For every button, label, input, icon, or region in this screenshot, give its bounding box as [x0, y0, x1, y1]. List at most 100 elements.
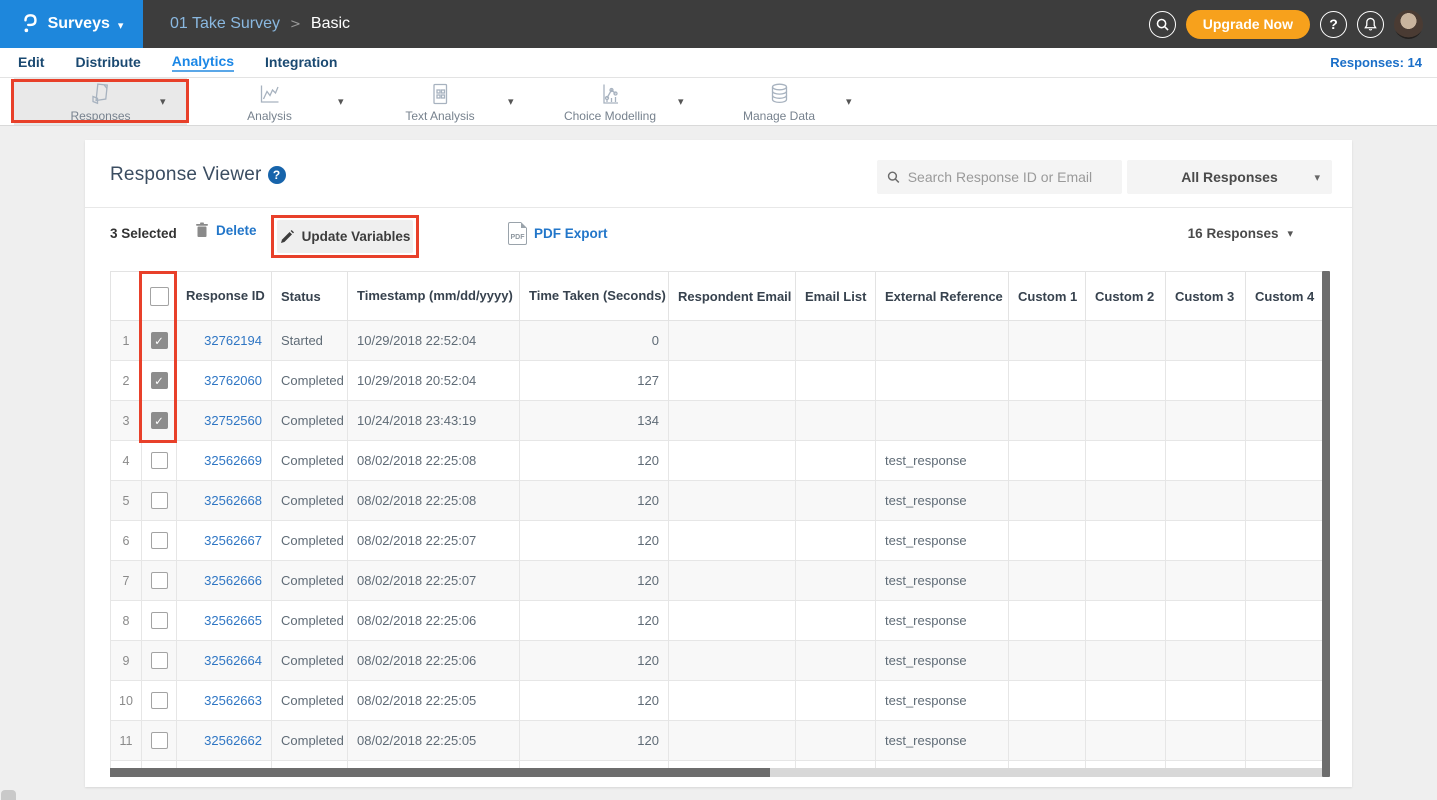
- row-checkbox[interactable]: ✓: [151, 692, 168, 709]
- help-icon[interactable]: ?: [1320, 11, 1347, 38]
- status-cell: Completed: [272, 641, 348, 681]
- row-checkbox[interactable]: ✓: [151, 572, 168, 589]
- row-checkbox[interactable]: ✓: [151, 532, 168, 549]
- row-checkbox-cell: ✓: [142, 721, 177, 761]
- breadcrumb-separator: >: [290, 17, 301, 32]
- row-checkbox[interactable]: ✓: [151, 652, 168, 669]
- column-label: Status: [281, 289, 321, 304]
- row-number: 3: [111, 401, 142, 441]
- response-id-link[interactable]: 32562667: [177, 521, 272, 561]
- response-id-link[interactable]: 32562665: [177, 601, 272, 641]
- row-checkbox[interactable]: ✓: [151, 372, 168, 389]
- search-input[interactable]: [908, 169, 1112, 185]
- table-row: 7✓32562666Completed08/02/2018 22:25:0712…: [111, 561, 1323, 601]
- status-cell: Completed: [272, 561, 348, 601]
- vertical-scrollbar[interactable]: [1322, 271, 1330, 777]
- title-help-icon[interactable]: ?: [268, 166, 286, 184]
- column-header-custom-4: Custom 4: [1246, 272, 1323, 321]
- responses-dropdown-caret-icon[interactable]: ▾: [160, 78, 166, 125]
- column-label: Respondent Email: [678, 289, 791, 304]
- custom3-cell: [1166, 401, 1246, 441]
- nav-tab-distribute[interactable]: Distribute: [75, 54, 140, 71]
- responses-count-dropdown[interactable]: 16 Responses ▾: [1188, 226, 1293, 241]
- custom3-cell: [1166, 601, 1246, 641]
- delete-button[interactable]: Delete: [195, 222, 257, 238]
- chat-launcher[interactable]: [1, 790, 16, 800]
- user-avatar[interactable]: [1394, 10, 1423, 39]
- email-list-cell: [796, 681, 876, 721]
- response-search-box: [877, 160, 1122, 194]
- upgrade-now-button[interactable]: Upgrade Now: [1186, 10, 1310, 39]
- toolbar-item-manage-data[interactable]: Manage Data: [715, 78, 843, 125]
- filter-value: All Responses: [1181, 169, 1277, 185]
- response-id-link[interactable]: 32562668: [177, 481, 272, 521]
- column-header-external-reference: External Reference: [876, 272, 1009, 321]
- response-id-link[interactable]: 32762194: [177, 321, 272, 361]
- column-header-timestamp-mm-dd-yyyy-[interactable]: Timestamp (mm/dd/yyyy): [348, 272, 520, 321]
- row-number: 4: [111, 441, 142, 481]
- toolbar-item-choice-modelling[interactable]: Choice Modelling: [545, 78, 675, 125]
- pdf-export-button[interactable]: PDF PDF Export: [508, 222, 608, 245]
- row-checkbox-cell: ✓: [142, 681, 177, 721]
- toolbar-item-text-analysis[interactable]: Text Analysis: [382, 78, 498, 125]
- choice-modelling-dropdown-caret-icon[interactable]: ▾: [678, 78, 684, 125]
- external-reference-cell: [876, 401, 1009, 441]
- pdf-icon: PDF: [508, 222, 527, 245]
- nav-tab-edit[interactable]: Edit: [18, 54, 44, 71]
- custom2-cell: [1086, 321, 1166, 361]
- external-reference-cell: test_response: [876, 481, 1009, 521]
- manage-data-dropdown-caret-icon[interactable]: ▾: [846, 78, 852, 125]
- row-checkbox[interactable]: ✓: [151, 332, 168, 349]
- table-row: 6✓32562667Completed08/02/2018 22:25:0712…: [111, 521, 1323, 561]
- update-variables-label: Update Variables: [302, 229, 411, 244]
- row-checkbox[interactable]: ✓: [151, 492, 168, 509]
- toolbar-item-label: Responses: [70, 109, 130, 123]
- search-icon[interactable]: [1149, 11, 1176, 38]
- respondent-email-cell: [669, 601, 796, 641]
- nav-tab-integration[interactable]: Integration: [265, 54, 337, 71]
- horizontal-scrollbar-thumb[interactable]: [110, 768, 770, 777]
- respondent-email-cell: [669, 721, 796, 761]
- timestamp-cell: 10/24/2018 23:43:19: [348, 401, 520, 441]
- row-checkbox[interactable]: ✓: [151, 452, 168, 469]
- horizontal-scrollbar-track[interactable]: [110, 768, 1322, 777]
- table-row: 2✓32762060Completed10/29/2018 20:52:0412…: [111, 361, 1323, 401]
- response-id-link[interactable]: 32752560: [177, 401, 272, 441]
- custom1-cell: [1009, 521, 1086, 561]
- timestamp-cell: 08/02/2018 22:25:07: [348, 561, 520, 601]
- text-analysis-dropdown-caret-icon[interactable]: ▾: [508, 78, 514, 125]
- custom4-cell: [1246, 361, 1323, 401]
- response-filter-dropdown[interactable]: All Responses ▾: [1127, 160, 1332, 194]
- nav-tab-analytics[interactable]: Analytics: [172, 53, 234, 72]
- response-id-link[interactable]: 32562666: [177, 561, 272, 601]
- row-checkbox-cell: ✓: [142, 641, 177, 681]
- delete-label: Delete: [216, 223, 257, 238]
- external-reference-cell: test_response: [876, 721, 1009, 761]
- custom1-cell: [1009, 641, 1086, 681]
- row-checkbox-cell: ✓: [142, 481, 177, 521]
- response-id-link[interactable]: 32562663: [177, 681, 272, 721]
- custom1-cell: [1009, 401, 1086, 441]
- response-id-link[interactable]: 32762060: [177, 361, 272, 401]
- analysis-dropdown-caret-icon[interactable]: ▾: [338, 78, 344, 125]
- row-number: 2: [111, 361, 142, 401]
- toolbar-item-analysis[interactable]: Analysis: [212, 78, 327, 125]
- bell-icon[interactable]: [1357, 11, 1384, 38]
- custom2-cell: [1086, 561, 1166, 601]
- response-id-link[interactable]: 32562664: [177, 641, 272, 681]
- breadcrumb-survey-link[interactable]: 01 Take Survey: [170, 15, 280, 33]
- status-cell: Completed: [272, 601, 348, 641]
- custom1-cell: [1009, 561, 1086, 601]
- update-variables-button[interactable]: Update Variables: [277, 220, 413, 253]
- row-checkbox[interactable]: ✓: [151, 612, 168, 629]
- select-all-checkbox[interactable]: ✓: [150, 287, 169, 306]
- row-checkbox[interactable]: ✓: [151, 412, 168, 429]
- column-label: Custom 3: [1175, 289, 1234, 304]
- column-header-time-taken-seconds-[interactable]: Time Taken (Seconds): [520, 272, 669, 321]
- response-id-link[interactable]: 32562669: [177, 441, 272, 481]
- row-checkbox[interactable]: ✓: [151, 732, 168, 749]
- column-header-response-id[interactable]: Response ID: [177, 272, 272, 321]
- app-switcher[interactable]: Surveys ▾: [0, 0, 143, 48]
- row-checkbox-cell: ✓: [142, 601, 177, 641]
- response-id-link[interactable]: 32562662: [177, 721, 272, 761]
